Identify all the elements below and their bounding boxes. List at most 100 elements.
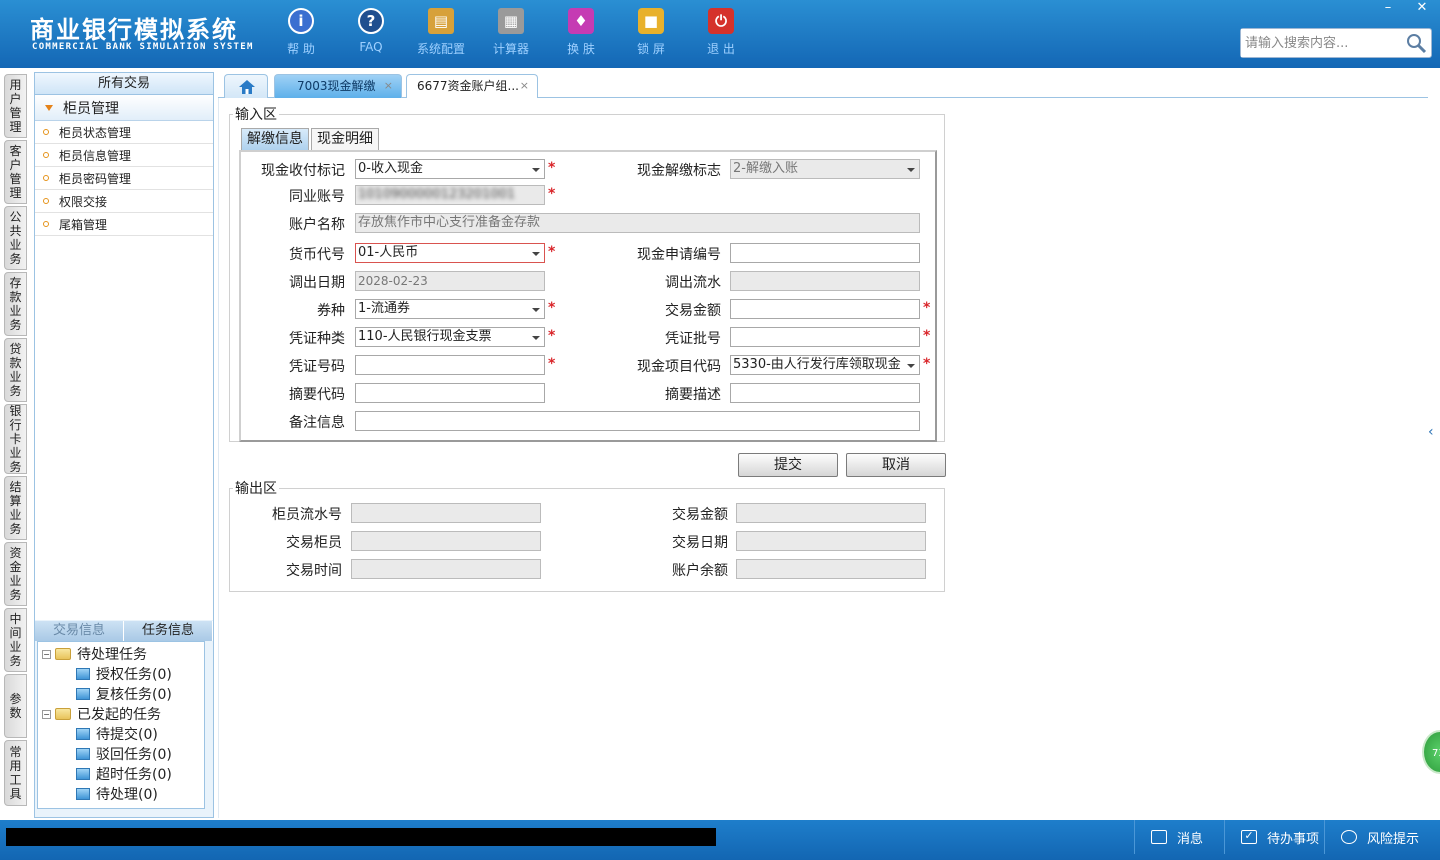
lock-screen-button[interactable]: ■ 锁 屏 bbox=[616, 8, 686, 57]
collapse-toggle-icon[interactable]: − bbox=[42, 709, 51, 719]
tab-task-info[interactable]: 任务信息 bbox=[124, 621, 213, 641]
sidebar: 所有交易 柜员管理 柜员状态管理 柜员信息管理 柜员密码管理 权限交接 尾箱管理… bbox=[34, 72, 214, 818]
subtab-settlement-info[interactable]: 解缴信息 bbox=[241, 128, 309, 150]
required-mark: * bbox=[548, 300, 556, 316]
sidebar-item-label: 权限交接 bbox=[59, 194, 108, 209]
system-config-label: 系统配置 bbox=[416, 42, 465, 56]
currency-label: 货币代号 bbox=[289, 247, 345, 263]
sidebar-item-permission-handover[interactable]: 权限交接 bbox=[35, 190, 213, 213]
summary-code-input[interactable] bbox=[355, 383, 545, 403]
amount-input[interactable] bbox=[730, 299, 920, 319]
skin-button[interactable]: ♦ 换 肤 bbox=[546, 8, 616, 57]
sidebar-group-teller-management[interactable]: 柜员管理 bbox=[35, 95, 213, 121]
help-label: 帮 助 bbox=[287, 42, 315, 56]
vtab-settlement-business[interactable]: 结算业务 bbox=[4, 476, 27, 540]
apply-no-input[interactable] bbox=[730, 243, 920, 263]
status-todo-button[interactable]: ✓ 待办事项 bbox=[1224, 820, 1324, 854]
tab-transaction-info[interactable]: 交易信息 bbox=[35, 621, 124, 641]
status-risk-button[interactable]: 风险提示 bbox=[1324, 820, 1440, 854]
cash-item-select[interactable]: 5330-由人行发行库领取现金 bbox=[730, 355, 920, 375]
tree-node-timeout[interactable]: 超时任务(0) bbox=[38, 764, 204, 784]
tree-node-initiated-tasks[interactable]: − 已发起的任务 bbox=[38, 704, 204, 724]
voucher-batch-label: 凭证批号 bbox=[665, 331, 721, 347]
note-type-select[interactable]: 1-流通券 bbox=[355, 299, 545, 319]
vtab-fund-business[interactable]: 资金业务 bbox=[4, 542, 27, 606]
summary-desc-input[interactable] bbox=[730, 383, 920, 403]
task-list-icon bbox=[76, 788, 90, 800]
vtab-label: 用户管理 bbox=[9, 78, 22, 134]
account-name-label: 账户名称 bbox=[289, 217, 345, 233]
vtab-loan-business[interactable]: 贷款业务 bbox=[4, 338, 27, 402]
vtab-parameters[interactable]: 参数 bbox=[4, 674, 27, 738]
submit-button[interactable]: 提交 bbox=[738, 453, 838, 477]
vtab-label: 常用工具 bbox=[9, 745, 22, 801]
voucher-no-input[interactable] bbox=[355, 355, 545, 375]
shirt-skin-icon: ♦ bbox=[568, 8, 594, 34]
vtab-intermediate-business[interactable]: 中间业务 bbox=[4, 608, 27, 672]
search-input[interactable] bbox=[1241, 29, 1401, 57]
task-list-icon bbox=[76, 748, 90, 760]
tree-node-pending-tasks[interactable]: − 待处理任务 bbox=[38, 644, 204, 664]
vtab-customer-management[interactable]: 客户管理 bbox=[4, 140, 27, 204]
tree-node-auth-tasks[interactable]: 授权任务(0) bbox=[38, 664, 204, 684]
vtab-label: 参数 bbox=[9, 692, 22, 720]
bullet-icon bbox=[43, 152, 49, 158]
teller-serial-label: 柜员流水号 bbox=[272, 507, 342, 523]
task-list-icon bbox=[76, 728, 90, 740]
close-tab-icon[interactable]: × bbox=[384, 75, 393, 97]
vtab-card-business[interactable]: 银行卡业务 bbox=[4, 404, 27, 474]
task-list-icon bbox=[76, 768, 90, 780]
tree-node-rejected[interactable]: 驳回任务(0) bbox=[38, 744, 204, 764]
sidebar-item-teller-status[interactable]: 柜员状态管理 bbox=[35, 121, 213, 144]
sidebar-header: 所有交易 bbox=[35, 73, 213, 95]
remark-input[interactable] bbox=[355, 411, 920, 431]
task-list-icon bbox=[76, 668, 90, 680]
sidebar-item-cash-box[interactable]: 尾箱管理 bbox=[35, 213, 213, 236]
required-mark: * bbox=[548, 186, 556, 202]
cancel-button[interactable]: 取消 bbox=[846, 453, 946, 477]
info-tabs: 交易信息 任务信息 bbox=[35, 621, 213, 641]
collapse-right-panel-icon[interactable]: ‹ bbox=[1428, 424, 1440, 464]
close-tab-icon[interactable]: × bbox=[520, 75, 529, 97]
tab-cash-settlement[interactable]: 7003现金解缴 × bbox=[274, 74, 402, 98]
vtab-user-management[interactable]: 用户管理 bbox=[4, 74, 27, 138]
faq-button[interactable]: ? FAQ bbox=[336, 8, 406, 57]
output-area-title: 输出区 bbox=[233, 478, 279, 498]
currency-select[interactable]: 01-人民币 bbox=[355, 243, 545, 263]
calculator-button[interactable]: ▦ 计算器 bbox=[476, 8, 546, 57]
tab-home[interactable] bbox=[224, 74, 268, 98]
teller-serial-output bbox=[351, 503, 541, 523]
status-message-button[interactable]: 消息 bbox=[1134, 820, 1224, 854]
sidebar-item-teller-info[interactable]: 柜员信息管理 bbox=[35, 144, 213, 167]
voucher-type-select[interactable]: 110-人民银行现金支票 bbox=[355, 327, 545, 347]
tree-node-to-process[interactable]: 待处理(0) bbox=[38, 784, 204, 804]
output-date-label: 交易日期 bbox=[672, 535, 728, 551]
voucher-batch-input[interactable] bbox=[730, 327, 920, 347]
tab-label: 7003现金解缴 bbox=[297, 79, 376, 93]
subtab-cash-detail[interactable]: 现金明细 bbox=[311, 128, 379, 150]
tree-node-to-submit[interactable]: 待提交(0) bbox=[38, 724, 204, 744]
minimize-button[interactable]: – bbox=[1372, 0, 1404, 18]
faq-label: FAQ bbox=[359, 40, 383, 54]
sidebar-item-teller-password[interactable]: 柜员密码管理 bbox=[35, 167, 213, 190]
search-icon[interactable] bbox=[1405, 32, 1427, 54]
close-window-button[interactable]: ✕ bbox=[1406, 0, 1438, 18]
home-icon bbox=[239, 80, 255, 94]
help-button[interactable]: i 帮 助 bbox=[266, 8, 336, 57]
exit-label: 退 出 bbox=[707, 42, 735, 56]
system-config-button[interactable]: ▤ 系统配置 bbox=[406, 8, 476, 57]
note-type-label: 券种 bbox=[317, 303, 345, 319]
collapse-toggle-icon[interactable]: − bbox=[42, 649, 51, 659]
tree-node-label: 待处理(0) bbox=[96, 787, 158, 803]
cash-flag-select[interactable]: 0-收入现金 bbox=[355, 159, 545, 179]
bullet-icon bbox=[43, 221, 49, 227]
tree-node-review-tasks[interactable]: 复核任务(0) bbox=[38, 684, 204, 704]
vtab-public-business[interactable]: 公共业务 bbox=[4, 206, 27, 270]
exit-button[interactable]: ⏻ 退 出 bbox=[686, 8, 756, 57]
toolbox-config-icon: ▤ bbox=[428, 8, 454, 34]
tab-fund-account-group[interactable]: 6677资金账户组... × bbox=[406, 74, 538, 98]
task-list-icon bbox=[76, 688, 90, 700]
vtab-deposit-business[interactable]: 存款业务 bbox=[4, 272, 27, 336]
output-amount-field bbox=[736, 503, 926, 523]
vtab-common-tools[interactable]: 常用工具 bbox=[4, 740, 27, 806]
